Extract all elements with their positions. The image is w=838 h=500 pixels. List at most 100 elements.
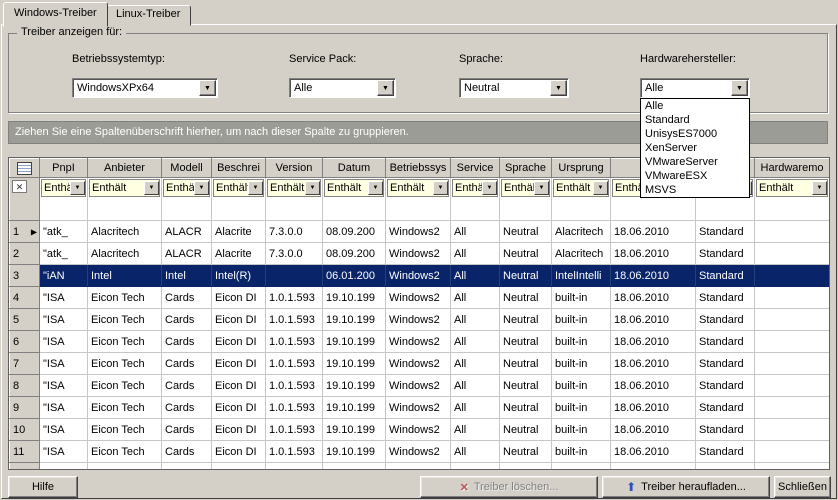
- grid-cell[interactable]: Neutral: [500, 375, 552, 397]
- grid-cell[interactable]: "ISA: [40, 309, 88, 331]
- grid-cell[interactable]: Eicon DI: [212, 397, 266, 419]
- grid-cell[interactable]: All: [451, 265, 500, 287]
- table-row-2[interactable]: 2"atk_AlacritechALACRAlacrite7.3.0.008.0…: [10, 243, 830, 265]
- droplist-item[interactable]: Standard: [641, 113, 749, 127]
- dropdown-arrow-icon[interactable]: [70, 181, 85, 195]
- row-header[interactable]: 10: [10, 419, 40, 441]
- grid-cell[interactable]: Windows2: [386, 397, 451, 419]
- grid-cell[interactable]: built-in: [552, 331, 611, 353]
- table-row-6[interactable]: 6"ISAEicon TechCardsEicon DI1.0.1.59319.…: [10, 331, 830, 353]
- grid-cell[interactable]: Eicon DI: [212, 441, 266, 463]
- filter-cell-5[interactable]: Enthält: [323, 178, 386, 221]
- table-row-11[interactable]: 11"ISAEicon TechCardsEicon DI1.0.1.59319…: [10, 441, 830, 463]
- grid-cell[interactable]: Intel: [162, 463, 212, 471]
- table-row-4[interactable]: 4"ISAEicon TechCardsEicon DI1.0.1.59319.…: [10, 287, 830, 309]
- grid-cell[interactable]: Cards: [162, 441, 212, 463]
- grid-cell[interactable]: Neutral: [500, 441, 552, 463]
- grid-cell[interactable]: Neutral: [500, 353, 552, 375]
- dropdown-arrow-icon[interactable]: [593, 181, 608, 195]
- grid-cell[interactable]: Standard: [696, 287, 755, 309]
- grid-cell[interactable]: [755, 397, 830, 419]
- close-button[interactable]: Schließen: [774, 476, 831, 498]
- grid-cell[interactable]: 1.0.1.593: [266, 419, 323, 441]
- grid-cell[interactable]: Eicon DI: [212, 309, 266, 331]
- grid-cell[interactable]: All: [451, 419, 500, 441]
- grid-cell[interactable]: Eicon Tech: [88, 419, 162, 441]
- droplist-item[interactable]: VMwareESX: [641, 169, 749, 183]
- grid-cell[interactable]: Neutral: [500, 221, 552, 243]
- grid-cell[interactable]: Windows2: [386, 243, 451, 265]
- grid-cell[interactable]: 18.06.2010: [611, 309, 696, 331]
- grid-cell[interactable]: All: [451, 441, 500, 463]
- grid-cell[interactable]: 1.0.1.593: [266, 397, 323, 419]
- table-row-8[interactable]: 8"ISAEicon TechCardsEicon DI1.0.1.59319.…: [10, 375, 830, 397]
- dropdown-arrow-icon[interactable]: [534, 181, 549, 195]
- dropdown-arrow-icon[interactable]: [731, 80, 748, 96]
- grid-cell[interactable]: Standard: [696, 441, 755, 463]
- grid-cell[interactable]: Eicon DI: [212, 375, 266, 397]
- filter-cell-3[interactable]: Enthält: [212, 178, 266, 221]
- grid-cell[interactable]: Cards: [162, 309, 212, 331]
- filter-operator-combo[interactable]: Enthält: [501, 179, 550, 197]
- grid-cell[interactable]: Eicon Tech: [88, 441, 162, 463]
- grid-cell[interactable]: "atk_: [40, 221, 88, 243]
- grid-cell[interactable]: Windows2: [386, 265, 451, 287]
- filter-operator-combo[interactable]: Enthält: [41, 179, 86, 197]
- grid-cell[interactable]: Eicon DI: [212, 287, 266, 309]
- column-header-4[interactable]: Version: [266, 159, 323, 178]
- grid-cell[interactable]: 18.06.2010: [611, 243, 696, 265]
- grid-cell[interactable]: All: [451, 221, 500, 243]
- filter-operator-combo[interactable]: Enthält: [324, 179, 384, 197]
- row-header[interactable]: 4: [10, 287, 40, 309]
- dropdown-arrow-icon[interactable]: [482, 181, 497, 195]
- tab-windows-treiber[interactable]: Windows-Treiber: [3, 2, 108, 27]
- grid-cell[interactable]: Standard: [696, 309, 755, 331]
- grid-cell[interactable]: 1.0.1.593: [266, 441, 323, 463]
- grid-cell[interactable]: Windows2: [386, 441, 451, 463]
- grid-cell[interactable]: Neutral: [500, 331, 552, 353]
- grid-cell[interactable]: 18.06.2010: [611, 353, 696, 375]
- hardwarehersteller-combo[interactable]: Alle: [640, 78, 750, 98]
- grid-cell[interactable]: 1.0.1.593: [266, 287, 323, 309]
- grid-cell[interactable]: Intel: [162, 265, 212, 287]
- grid-cell[interactable]: [266, 463, 323, 471]
- grid-cell[interactable]: IntelIntelli: [552, 463, 611, 471]
- grid-cell[interactable]: built-in: [552, 309, 611, 331]
- grid-cell[interactable]: Windows2: [386, 375, 451, 397]
- filter-cell-9[interactable]: Enthält: [552, 178, 611, 221]
- grid-cell[interactable]: Alacritech: [88, 221, 162, 243]
- filter-operator-combo[interactable]: Enthält: [89, 179, 160, 197]
- filter-cell-6[interactable]: Enthält: [386, 178, 451, 221]
- grid-cell[interactable]: Neutral: [500, 287, 552, 309]
- grid-cell[interactable]: "ISA: [40, 331, 88, 353]
- grid-cell[interactable]: [266, 265, 323, 287]
- row-header[interactable]: 8: [10, 375, 40, 397]
- grid-cell[interactable]: 18.06.2010: [611, 375, 696, 397]
- filter-operator-combo[interactable]: Enthält: [213, 179, 264, 197]
- column-header-3[interactable]: Beschrei: [212, 159, 266, 178]
- table-row-7[interactable]: 7"ISAEicon TechCardsEicon DI1.0.1.59319.…: [10, 353, 830, 375]
- table-row-9[interactable]: 9"ISAEicon TechCardsEicon DI1.0.1.59319.…: [10, 397, 830, 419]
- filter-cell-0[interactable]: Enthält: [40, 178, 88, 221]
- sprache-combo[interactable]: Neutral: [459, 78, 569, 98]
- grid-cell[interactable]: Cards: [162, 353, 212, 375]
- grid-cell[interactable]: Intel: [88, 265, 162, 287]
- dropdown-arrow-icon[interactable]: [194, 181, 209, 195]
- grid-cell[interactable]: All: [451, 243, 500, 265]
- grid-cell[interactable]: Eicon DI: [212, 331, 266, 353]
- filter-operator-combo[interactable]: Enthält: [553, 179, 609, 197]
- column-header-7[interactable]: Service: [451, 159, 500, 178]
- grid-cell[interactable]: Cards: [162, 331, 212, 353]
- grid-cell[interactable]: "ISA: [40, 353, 88, 375]
- grid-cell[interactable]: Intel(R): [212, 265, 266, 287]
- row-header[interactable]: 5: [10, 309, 40, 331]
- grid-cell[interactable]: All: [451, 287, 500, 309]
- grid-cell[interactable]: [755, 287, 830, 309]
- grid-cell[interactable]: 1.0.1.593: [266, 375, 323, 397]
- grid-cell[interactable]: Neutral: [500, 419, 552, 441]
- filter-cell-7[interactable]: Enthält: [451, 178, 500, 221]
- grid-cell[interactable]: [755, 463, 830, 471]
- grid-cell[interactable]: "ISA: [40, 397, 88, 419]
- table-row-10[interactable]: 10"ISAEicon TechCardsEicon DI1.0.1.59319…: [10, 419, 830, 441]
- grid-cell[interactable]: ALACR: [162, 221, 212, 243]
